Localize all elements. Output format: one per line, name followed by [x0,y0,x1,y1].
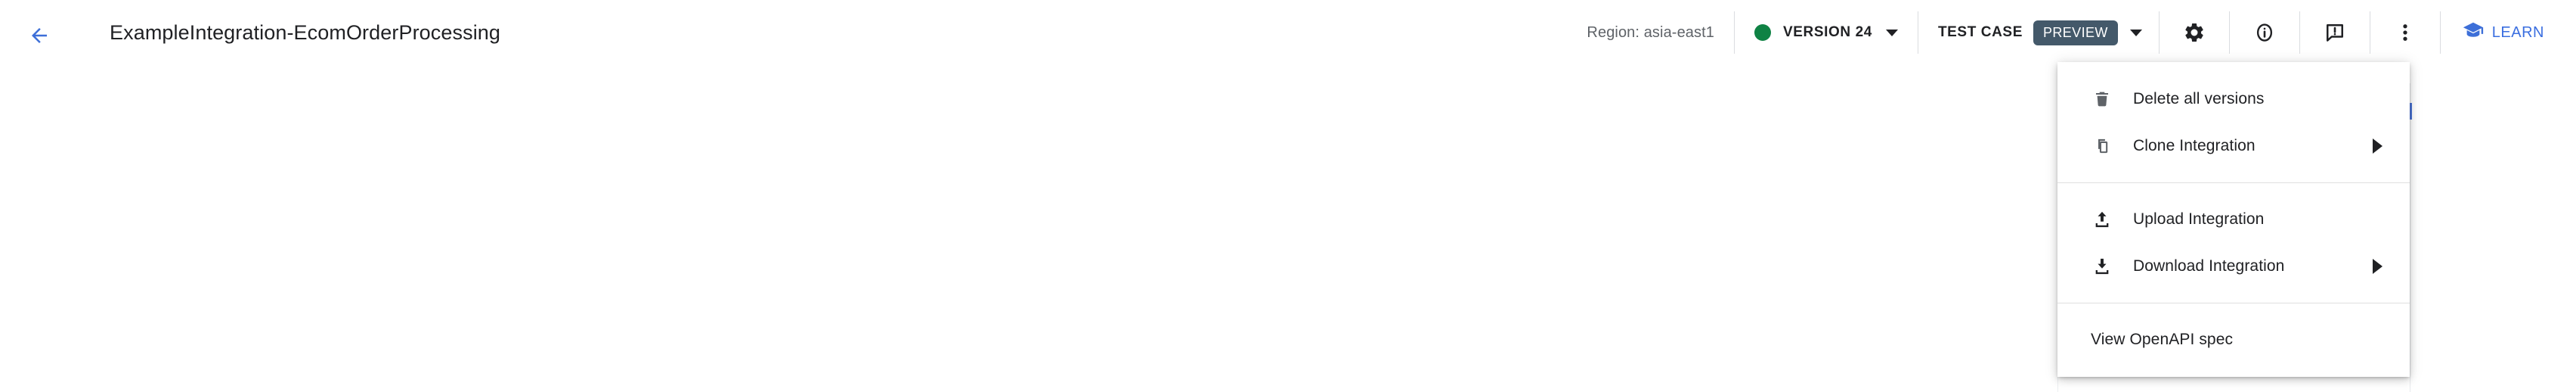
region-label: Region: asia-east1 [1587,23,1714,41]
menu-divider [2057,182,2410,183]
version-label: VERSION 24 [1783,24,1872,40]
menu-item-clone-integration[interactable]: Clone Integration [2057,123,2410,170]
settings-button[interactable] [2160,0,2229,65]
feedback-button[interactable] [2300,0,2370,65]
page-title: ExampleIntegration-EcomOrderProcessing [110,21,501,44]
version-selector[interactable]: VERSION 24 [1735,10,1918,55]
menu-item-label: View OpenAPI spec [2091,331,2234,348]
menu-item-label: Delete all versions [2133,90,2265,107]
menu-item-label: Clone Integration [2133,137,2256,154]
chevron-right-icon [2373,138,2382,154]
learn-button[interactable]: LEARN [2441,10,2562,55]
learn-label: LEARN [2491,23,2544,41]
arrow-left-icon [28,24,51,47]
chevron-right-icon [2373,259,2382,274]
download-icon [2091,255,2113,278]
settings-gear-icon [2183,21,2206,44]
test-case-label: TEST CASE [1937,24,2023,40]
info-circle-icon [2253,21,2276,44]
info-button[interactable] [2230,0,2299,65]
preview-badge: PREVIEW [2033,20,2118,45]
test-case-selector[interactable]: TEST CASE PREVIEW [1918,10,2159,55]
menu-item-label: Download Integration [2133,257,2285,275]
more-options-menu: Delete all versions Clone Integration Up… [2057,62,2410,377]
more-options-button[interactable] [2370,0,2440,65]
graduation-cap-icon [2462,20,2485,46]
app-header: ExampleIntegration-EcomOrderProcessing R… [0,0,2576,65]
chevron-down-icon [1885,29,1898,36]
more-vert-icon [2394,21,2417,44]
upload-icon [2091,208,2113,231]
menu-item-upload-integration[interactable]: Upload Integration [2057,196,2410,243]
menu-item-download-integration[interactable]: Download Integration [2057,243,2410,290]
back-button[interactable] [23,19,56,52]
menu-item-delete-all-versions[interactable]: Delete all versions [2057,76,2410,123]
chevron-down-icon [2129,29,2142,36]
status-dot [1754,24,1771,41]
header-actions: Region: asia-east1 VERSION 24 TEST CASE … [1587,0,2576,65]
menu-item-label: Upload Integration [2133,210,2265,228]
trash-icon [2091,88,2113,110]
feedback-icon [2324,21,2346,44]
copy-icon [2091,135,2113,157]
menu-item-view-openapi-spec[interactable]: View OpenAPI spec [2057,316,2410,363]
